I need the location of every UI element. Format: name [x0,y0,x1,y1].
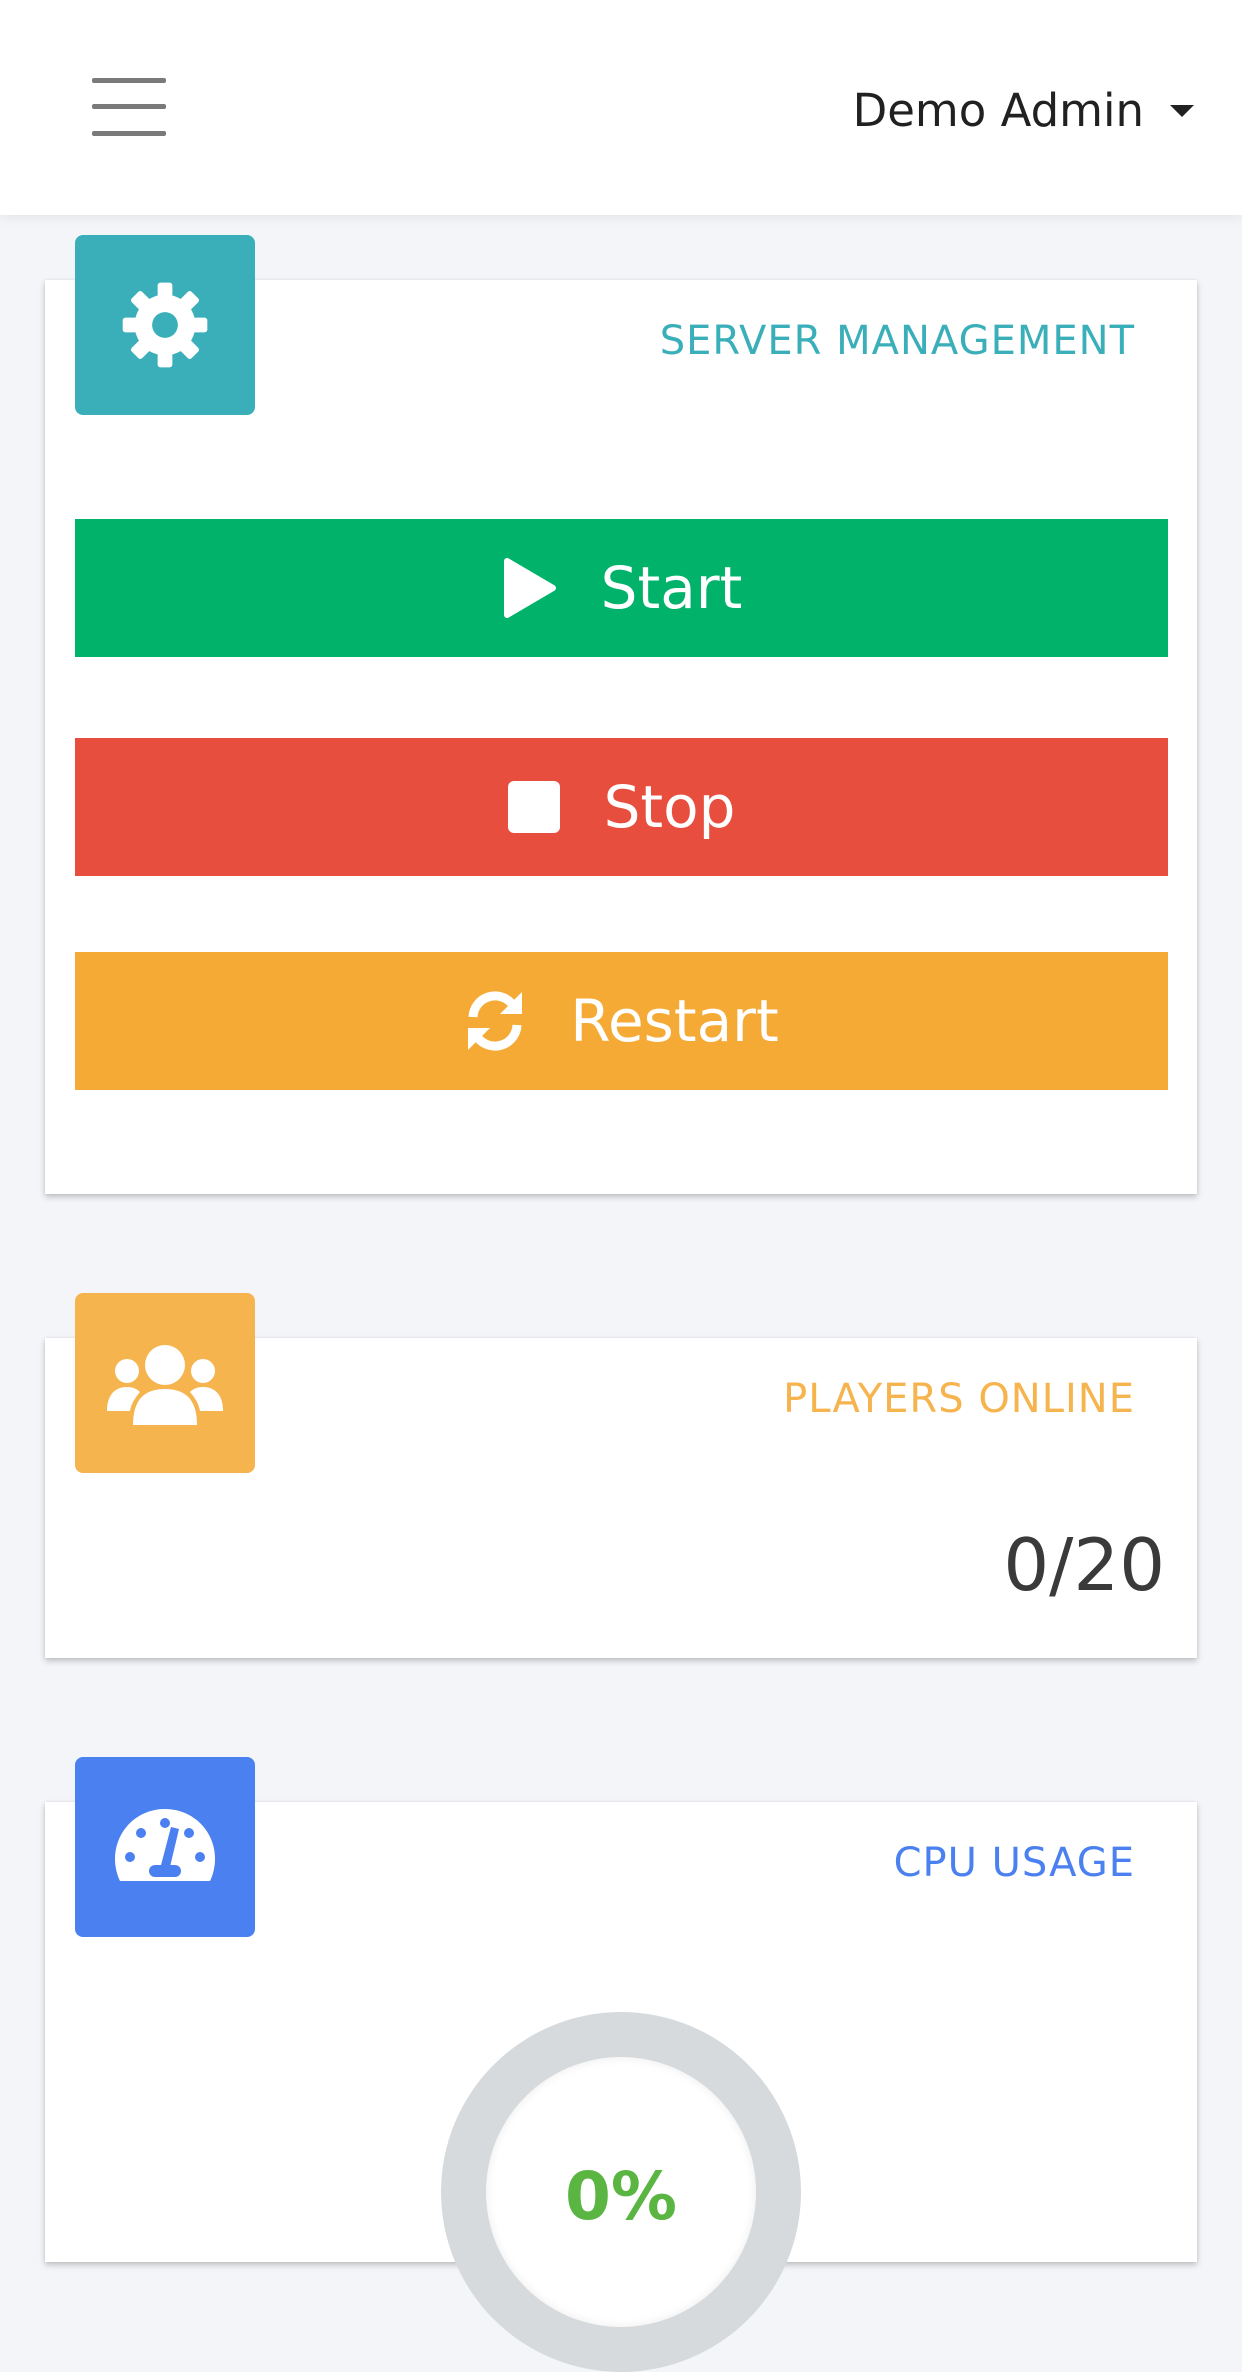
players-online-card: PLAYERS ONLINE 0/20 [45,1293,1197,1658]
restart-button-label: Restart [570,987,779,1055]
cpu-usage-title: CPU USAGE [893,1840,1135,1886]
gear-icon [122,282,208,368]
refresh-icon [468,991,523,1051]
stop-button-label: Stop [603,773,736,841]
server-management-title: SERVER MANAGEMENT [659,318,1135,364]
players-online-icon-tile [75,1293,255,1473]
menu-toggle-button[interactable] [92,78,166,136]
server-management-icon-tile [75,235,255,415]
user-menu-dropdown[interactable]: Demo Admin [853,84,1194,137]
caret-down-icon [1170,104,1194,117]
stop-button[interactable]: Stop [75,738,1168,876]
restart-button[interactable]: Restart [75,952,1168,1090]
hamburger-line [92,104,166,109]
cpu-usage-gauge-inner: 0% [486,2057,756,2327]
hamburger-line [92,131,166,136]
cpu-usage-value: 0% [564,2158,678,2235]
hamburger-line [92,78,166,83]
start-button[interactable]: Start [75,519,1168,657]
stop-icon [507,781,560,833]
start-button-label: Start [600,554,743,622]
user-name: Demo Admin [852,84,1144,137]
play-icon [503,558,556,618]
users-icon [107,1345,223,1425]
cpu-usage-gauge: 0% [441,2012,801,2372]
speedometer-icon [115,1809,215,1881]
cpu-usage-icon-tile [75,1757,255,1937]
cpu-usage-card: CPU USAGE 0% [45,1757,1197,2372]
server-management-card: SERVER MANAGEMENT Start Stop Restart [45,235,1197,1194]
top-navbar: Demo Admin [0,0,1242,215]
players-online-count: 0/20 [1003,1523,1165,1607]
players-online-title: PLAYERS ONLINE [783,1376,1135,1422]
